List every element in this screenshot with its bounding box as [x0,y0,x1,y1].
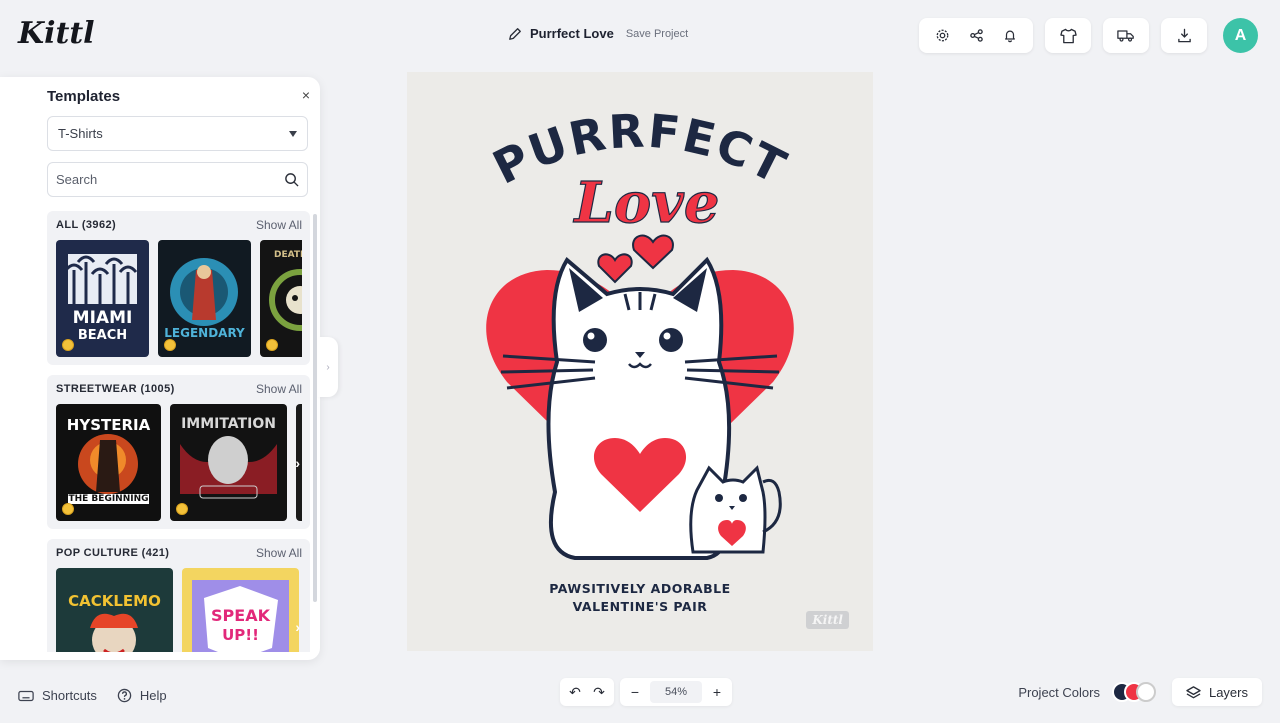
project-colors-label: Project Colors [1018,684,1100,700]
thumb-subtitle: THE BEGINNING [68,494,149,504]
zoom-controls: − 54% + [620,678,732,706]
thumb-title: LEGENDARY [164,326,245,340]
script-word: Love [573,170,720,236]
history-controls: ↶ ↷ [560,678,614,706]
category-select[interactable]: T-Shirts [47,116,308,151]
premium-coin-icon [266,339,278,351]
chevron-down-icon [289,130,297,137]
kittl-watermark: Kittl [806,611,849,629]
help-icon [117,688,132,703]
tshirt-icon[interactable] [1045,18,1091,53]
canvas-tagline-1: PAWSITIVELY ADORABLE [549,581,731,596]
layers-icon [1186,685,1201,698]
pencil-icon[interactable] [508,27,522,41]
section-all: ALL (3962) Show All MIAMI BEACH LEGENDAR… [47,211,310,365]
panel-scrollbar[interactable] [313,214,317,602]
help-label: Help [139,688,167,703]
template-search [47,162,308,197]
premium-coin-icon [62,339,74,351]
thumb-title: DEATH OR [274,250,302,260]
chevron-right-icon[interactable]: › [295,455,300,471]
undo-icon[interactable]: ↶ [566,684,584,701]
template-thumb-immitation[interactable]: IMMITATION [170,404,287,521]
premium-coin-icon [62,503,74,515]
design-canvas[interactable]: PURRFECT Love PAWSITIVELY ADORABLE VALEN… [407,72,873,651]
gear-icon[interactable] [925,18,959,53]
layers-button[interactable]: Layers [1171,678,1262,706]
share-icon[interactable] [959,18,993,53]
color-swatch-white[interactable] [1135,682,1156,702]
bell-icon[interactable] [993,18,1027,53]
templates-panel: Templates × T-Shirts ALL (3962) Show All [0,77,320,660]
project-title[interactable]: Purrfect Love [530,26,614,41]
show-all-link[interactable]: Show All [256,218,302,232]
project-colors[interactable] [1111,682,1156,702]
premium-coin-icon [176,503,188,515]
top-actions: A [919,18,1258,53]
download-icon[interactable] [1161,18,1207,53]
category-select-value: T-Shirts [58,126,103,141]
section-title: POP CULTURE (421) [56,547,170,559]
canvas-tagline-2: VALENTINE'S PAIR [572,599,708,614]
avatar[interactable]: A [1223,18,1258,53]
panel-title: Templates [47,88,121,105]
thumb-title: MIAMI [72,308,133,328]
thumb-subtitle: UP!! [222,626,259,644]
project-title-bar: Purrfect Love Save Project [508,26,688,41]
save-project-link[interactable]: Save Project [626,28,688,40]
thumb-title: IMMITATION [181,416,276,432]
template-thumb-speak-up[interactable]: SPEAK UP!! [182,568,299,652]
close-icon[interactable]: × [302,87,310,103]
template-thumb-cacklemo[interactable]: CACKLEMO [56,568,173,652]
zoom-in-icon[interactable]: + [708,684,726,700]
section-title: ALL (3962) [56,219,117,231]
thumb-title: HYSTERIA [66,416,151,434]
bottom-left-links: Shortcuts Help [18,688,167,703]
chevron-right-icon[interactable]: › [295,619,300,635]
collapse-panel-handle[interactable]: › [318,337,338,397]
thumb-title: CACKLEMO [68,592,161,610]
template-thumb-hysteria[interactable]: HYSTERIA THE BEGINNING [56,404,161,521]
layers-label: Layers [1208,684,1248,700]
template-thumb-death-or-glory[interactable]: DEATH OR [260,240,302,357]
keyboard-icon [18,690,34,701]
bottom-right-controls: Project Colors Layers [1018,678,1262,706]
show-all-link[interactable]: Show All [256,546,302,560]
template-sections: ALL (3962) Show All MIAMI BEACH LEGENDAR… [47,211,310,652]
template-thumb-legendary[interactable]: LEGENDARY [158,240,251,357]
premium-coin-icon [164,339,176,351]
shortcuts-label: Shortcuts [42,688,97,703]
zoom-out-icon[interactable]: − [626,684,644,700]
kittl-logo[interactable]: Kittl [18,16,95,51]
section-pop-culture: POP CULTURE (421) Show All CACKLEMO SPEA… [47,539,310,652]
artwork: PURRFECT Love [485,103,794,560]
section-title: STREETWEAR (1005) [56,383,175,395]
shortcuts-button[interactable]: Shortcuts [18,688,97,703]
help-button[interactable]: Help [117,688,167,703]
redo-icon[interactable]: ↷ [590,684,608,701]
search-icon[interactable] [284,172,299,187]
template-thumb-miami-beach[interactable]: MIAMI BEACH [56,240,149,357]
zoom-level[interactable]: 54% [650,681,702,703]
show-all-link[interactable]: Show All [256,382,302,396]
truck-icon[interactable] [1103,18,1149,53]
zoom-bar: ↶ ↷ − 54% + [560,678,732,706]
thumb-title: SPEAK [211,606,270,625]
project-tools-group [919,18,1033,53]
search-input[interactable] [56,172,266,187]
section-streetwear: STREETWEAR (1005) Show All HYSTERIA THE … [47,375,310,529]
